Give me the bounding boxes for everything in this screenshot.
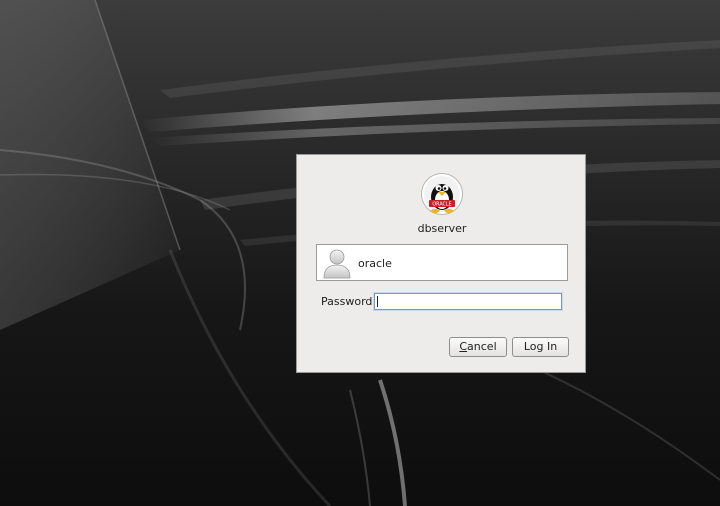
user-name-label: oracle — [358, 257, 392, 270]
user-list-item[interactable]: oracle — [316, 244, 568, 281]
hostname-label: dbserver — [417, 222, 467, 235]
cancel-mnemonic: C — [459, 340, 468, 353]
svg-text:ORACLE: ORACLE — [432, 201, 451, 207]
cancel-label: ancel — [467, 340, 497, 353]
user-avatar-icon — [323, 249, 351, 279]
text-caret — [377, 296, 378, 307]
password-input[interactable] — [374, 293, 562, 310]
login-dialog: ORACLE dbserver oracle Password: Cancel … — [296, 154, 586, 373]
password-label: Password: — [321, 295, 377, 308]
login-button[interactable]: Log In — [512, 337, 569, 357]
cancel-button[interactable]: Cancel — [449, 337, 507, 357]
oracle-linux-penguin-icon: ORACLE — [421, 173, 463, 215]
